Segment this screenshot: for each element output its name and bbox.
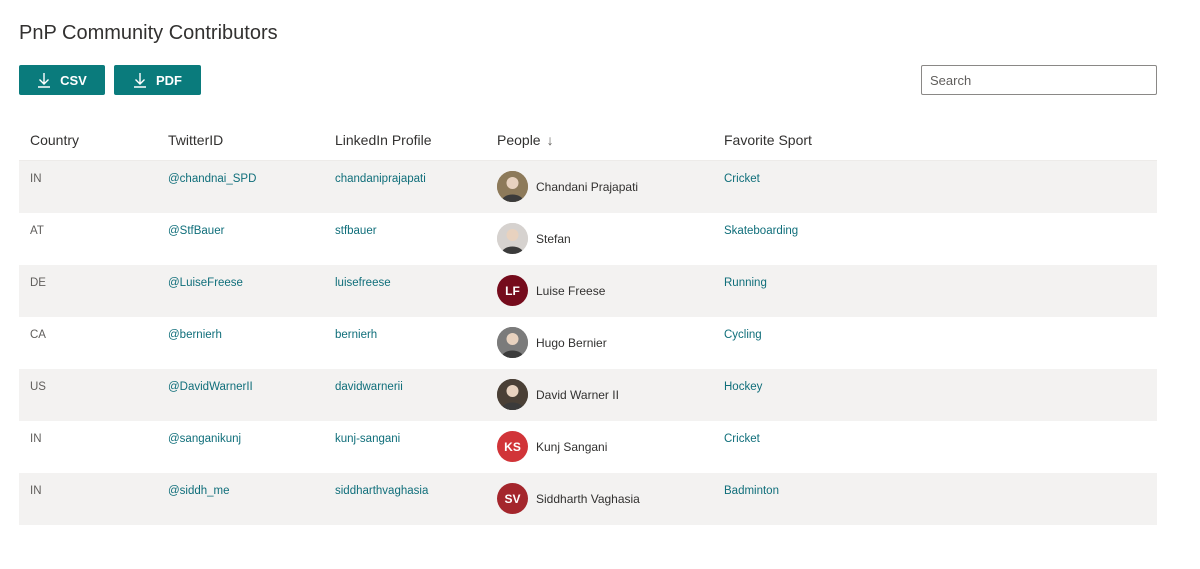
sort-descending-icon: ↓ [546,132,554,148]
avatar-initials: KS [504,439,521,454]
column-header-twitter[interactable]: TwitterID [168,132,223,148]
table-row[interactable]: CA @bernierh bernierh Hugo Bernier Cycling [19,317,1157,369]
cell-linkedin-link[interactable]: chandaniprajapati [335,173,426,185]
table-row[interactable]: US @DavidWarnerII davidwarnerii David Warne… [19,369,1157,421]
export-csv-button[interactable]: CSV [19,65,105,95]
cell-country: CA [30,329,46,341]
avatar [497,171,528,202]
cell-twitter-link[interactable]: @bernierh [168,329,222,341]
cell-person[interactable]: David Warner II [497,379,619,410]
download-icon [37,72,51,88]
table-header: Country TwitterID LinkedIn Profile Peopl… [19,119,1157,161]
cell-twitter-link[interactable]: @siddh_me [168,485,230,497]
table-row[interactable]: AT @StfBauer stfbauer Stefan Skateboarding [19,213,1157,265]
cell-country: AT [30,225,44,237]
avatar-photo [497,171,528,202]
page-title: PnP Community Contributors [19,22,278,44]
cell-favorite-sport: Skateboarding [724,225,799,237]
cell-favorite-sport: Badminton [724,485,779,497]
export-pdf-label: PDF [156,72,182,88]
cell-twitter-link[interactable]: @LuiseFreese [168,277,243,289]
cell-favorite-sport: Cycling [724,329,762,341]
person-name: Stefan [536,231,571,246]
cell-twitter-link[interactable]: @StfBauer [168,225,224,237]
cell-country: DE [30,277,46,289]
cell-linkedin-link[interactable]: bernierh [335,329,377,341]
person-name: Siddharth Vaghasia [536,491,640,506]
cell-linkedin-link[interactable]: luisefreese [335,277,391,289]
search-input[interactable] [921,65,1157,95]
column-header-country[interactable]: Country [30,132,79,148]
cell-twitter-link[interactable]: @DavidWarnerII [168,381,253,393]
cell-twitter-link[interactable]: @chandnai_SPD [168,173,256,185]
cell-favorite-sport: Running [724,277,767,289]
person-name: Luise Freese [536,283,606,298]
table-body: IN @chandnai_SPD chandaniprajapati Chandani… [19,161,1157,525]
avatar-initials: LF [505,283,520,298]
avatar [497,379,528,410]
cell-linkedin-link[interactable]: davidwarnerii [335,381,403,393]
cell-country: IN [30,485,42,497]
cell-person[interactable]: Hugo Bernier [497,327,607,358]
cell-country: IN [30,433,42,445]
cell-country: US [30,381,46,393]
cell-person[interactable]: Chandani Prajapati [497,171,638,202]
table-row[interactable]: IN @sanganikunj kunj-sangani KS Kunj Sangani… [19,421,1157,473]
avatar [497,223,528,254]
table-row[interactable]: IN @siddh_me siddharthvaghasia SV Siddharth … [19,473,1157,525]
avatar: KS [497,431,528,462]
avatar [497,327,528,358]
column-header-sport[interactable]: Favorite Sport [724,132,812,148]
cell-linkedin-link[interactable]: kunj-sangani [335,433,400,445]
avatar: SV [497,483,528,514]
person-name: Hugo Bernier [536,335,607,350]
person-name: Chandani Prajapati [536,179,639,194]
person-name: David Warner II [536,387,619,402]
export-pdf-button[interactable]: PDF [114,65,201,95]
avatar-initials: SV [504,491,521,506]
column-header-people[interactable]: People ↓ [497,132,554,148]
table-row[interactable]: DE @LuiseFreese luisefreese LF Luise Freese R… [19,265,1157,317]
table-row[interactable]: IN @chandnai_SPD chandaniprajapati Chandani… [19,161,1157,213]
cell-linkedin-link[interactable]: stfbauer [335,225,377,237]
cell-linkedin-link[interactable]: siddharthvaghasia [335,485,428,497]
cell-person[interactable]: KS Kunj Sangani [497,431,607,462]
cell-favorite-sport: Cricket [724,173,760,185]
cell-country: IN [30,173,42,185]
cell-favorite-sport: Hockey [724,381,763,393]
avatar-photo [497,379,528,410]
avatar-photo [497,327,528,358]
person-name: Kunj Sangani [536,439,608,454]
avatar-photo [497,223,528,254]
download-icon [133,72,147,88]
cell-person[interactable]: SV Siddharth Vaghasia [497,483,640,514]
cell-favorite-sport: Cricket [724,433,760,445]
avatar: LF [497,275,528,306]
column-header-linkedin[interactable]: LinkedIn Profile [335,132,432,148]
export-csv-label: CSV [60,72,87,88]
contributors-table: Country TwitterID LinkedIn Profile Peopl… [19,119,1157,525]
column-header-people-label: People [497,132,541,148]
cell-twitter-link[interactable]: @sanganikunj [168,433,241,445]
cell-person[interactable]: Stefan [497,223,571,254]
cell-person[interactable]: LF Luise Freese [497,275,605,306]
